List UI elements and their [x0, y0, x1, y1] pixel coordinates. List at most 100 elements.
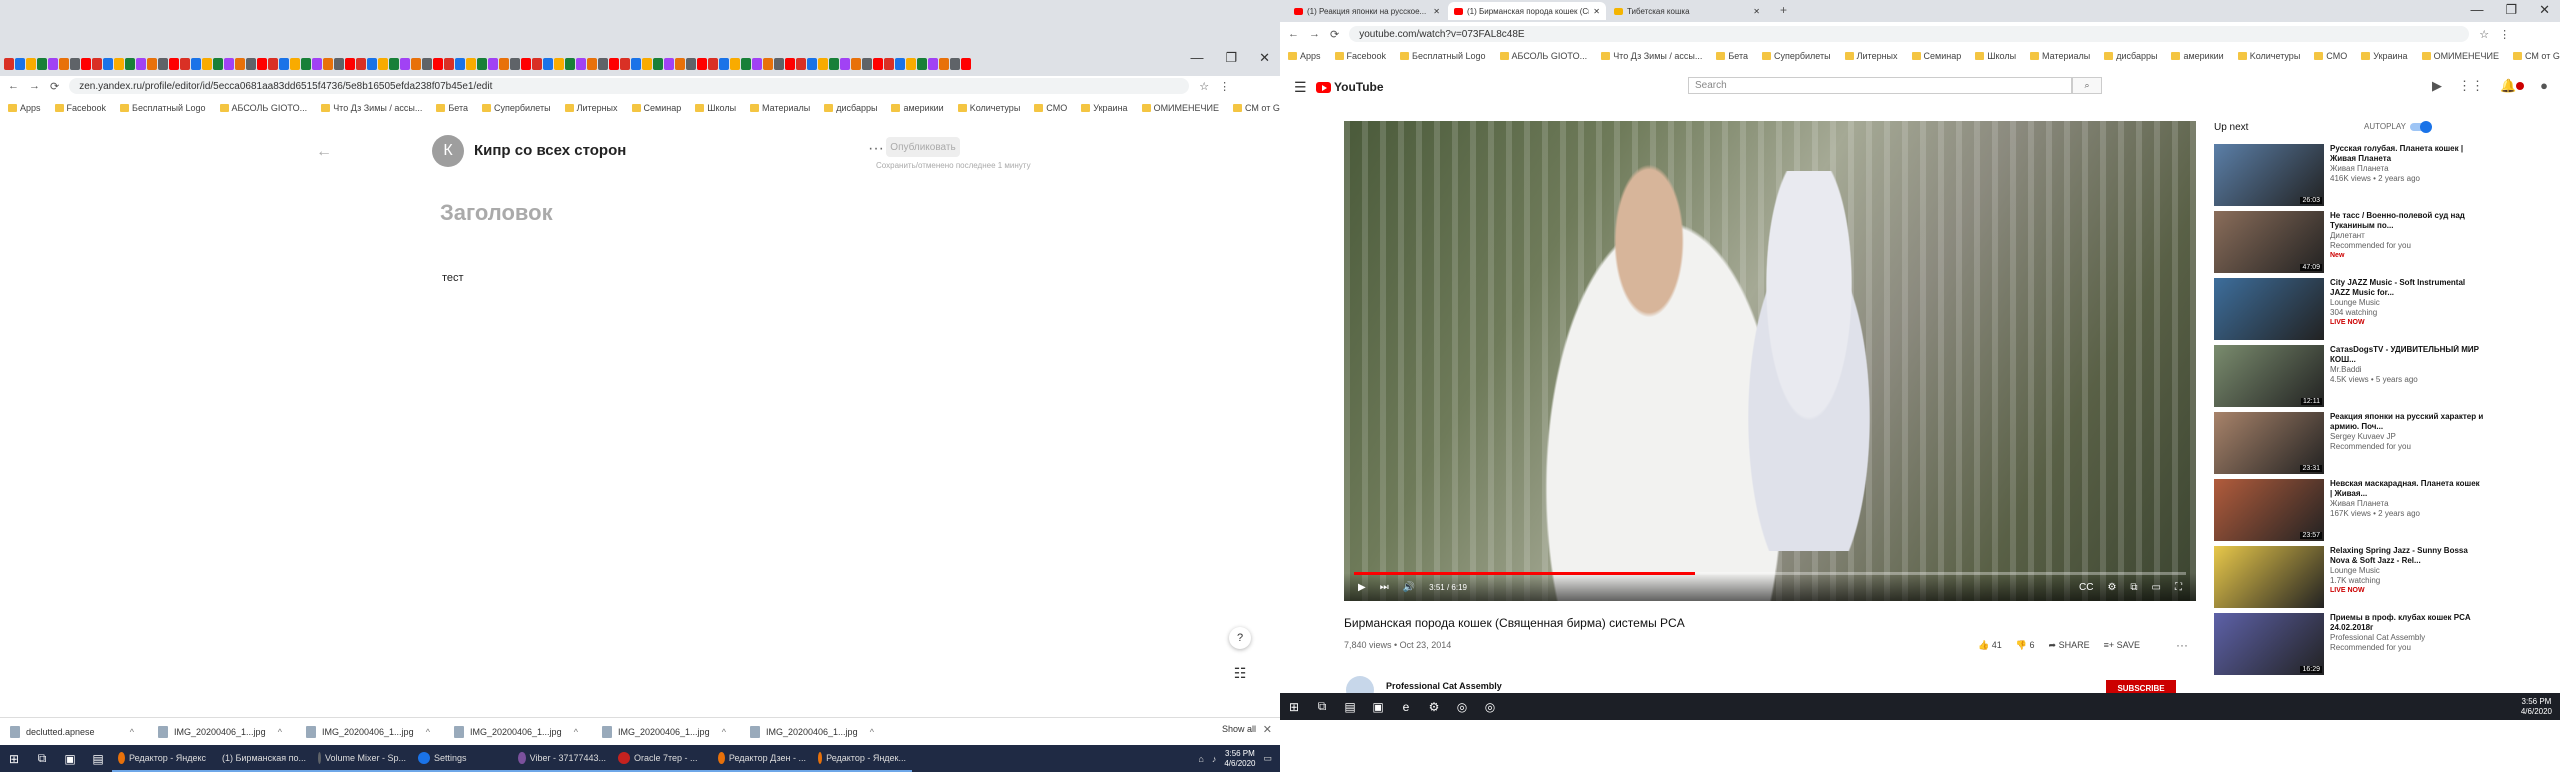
browser-tab[interactable] — [686, 58, 696, 70]
bookmark-item[interactable]: CMO — [1034, 103, 1067, 113]
browser-tab[interactable] — [917, 58, 927, 70]
tab-close-icon[interactable]: ✕ — [1753, 7, 1760, 16]
browser-tab[interactable] — [158, 58, 168, 70]
bookmark-item[interactable]: Материалы — [750, 103, 810, 113]
video-thumbnail[interactable]: 16:29 — [2214, 613, 2324, 675]
star-icon[interactable]: ☆ — [1199, 80, 1209, 93]
browser-tab[interactable] — [609, 58, 619, 70]
tab-close-icon[interactable]: ✕ — [1593, 7, 1600, 16]
browser-tab[interactable] — [499, 58, 509, 70]
browser-tab[interactable] — [543, 58, 553, 70]
browser-tab[interactable] — [323, 58, 333, 70]
bookmark-item[interactable]: Что Дз Зимы / ассы... — [1601, 51, 1702, 61]
browser-tab[interactable] — [785, 58, 795, 70]
show-all-button[interactable]: Show all — [1222, 724, 1256, 734]
menu-icon[interactable]: ⋮ — [2499, 28, 2510, 41]
channel-name[interactable]: Кипр со всех сторон — [474, 142, 626, 159]
browser-tab[interactable] — [653, 58, 663, 70]
browser-tab[interactable] — [642, 58, 652, 70]
close-icon[interactable]: ✕ — [2539, 2, 2550, 18]
browser-tab[interactable] — [675, 58, 685, 70]
video-thumbnail[interactable] — [2214, 278, 2324, 340]
chat-icon[interactable]: ☷ — [1229, 662, 1251, 684]
explorer-icon[interactable]: ▤ — [1336, 693, 1364, 720]
address-bar[interactable]: zen.yandex.ru/profile/editor/id/5ecca068… — [69, 78, 1190, 94]
browser-tab[interactable] — [169, 58, 179, 70]
browser-tab[interactable] — [598, 58, 608, 70]
bookmark-item[interactable]: Что Дз Зимы / ассы... — [321, 103, 422, 113]
tab-row[interactable] — [0, 52, 1280, 76]
calendar-icon[interactable]: ▣ — [1364, 693, 1392, 720]
minimize-icon[interactable]: — — [2470, 2, 2483, 18]
back-arrow-icon[interactable]: ← — [316, 143, 332, 161]
browser-tab[interactable] — [521, 58, 531, 70]
fullscreen-icon[interactable]: ⛶ — [2175, 582, 2182, 593]
browser-tab[interactable] — [367, 58, 377, 70]
browser-tab[interactable] — [851, 58, 861, 70]
forward-icon[interactable]: → — [29, 80, 40, 92]
browser-tab[interactable] — [708, 58, 718, 70]
browser-tab[interactable] — [15, 58, 25, 70]
recommendation-item[interactable]: 26:03 Русская голубая. Планета кошек | Жи… — [2214, 144, 2484, 210]
more-actions-icon[interactable]: ··· — [2176, 638, 2188, 652]
browser-tab[interactable] — [301, 58, 311, 70]
download-item[interactable]: declutted.apnese ^ — [0, 725, 148, 738]
clock[interactable]: 3:56 PM 4/6/2020 — [2521, 697, 2552, 717]
clock[interactable]: 3:56 PM 4/6/2020 — [1224, 749, 1255, 769]
chevron-up-icon[interactable]: ^ — [722, 727, 726, 737]
settings-icon[interactable]: ⚙ — [1420, 693, 1448, 720]
browser-tab[interactable] — [466, 58, 476, 70]
browser-tab[interactable] — [312, 58, 322, 70]
browser-tab[interactable] — [565, 58, 575, 70]
browser-tab[interactable] — [48, 58, 58, 70]
browser-tab[interactable] — [477, 58, 487, 70]
channel-avatar[interactable]: К — [432, 135, 464, 167]
browser-tab[interactable] — [400, 58, 410, 70]
bookmark-item[interactable]: Бета — [436, 103, 468, 113]
bookmark-item[interactable]: Школы — [695, 103, 736, 113]
bookmark-item[interactable]: Apps — [1288, 51, 1321, 61]
store-icon[interactable]: ▣ — [56, 745, 84, 772]
recommendation-item[interactable]: 47:09 Не тасс / Военно-полевой суд над Ту… — [2214, 211, 2484, 277]
browser-tab[interactable] — [730, 58, 740, 70]
bookmark-item[interactable]: Украина — [1081, 103, 1128, 113]
browser-tab[interactable] — [422, 58, 432, 70]
new-tab-icon[interactable]: + — [1780, 3, 1787, 17]
browser-tab[interactable] — [136, 58, 146, 70]
bookmark-item[interactable]: америкии — [891, 103, 944, 113]
browser-tab[interactable] — [235, 58, 245, 70]
miniplayer-icon[interactable]: ⧉ — [2130, 582, 2137, 593]
bookmark-item[interactable]: Бесплатный Logo — [1400, 51, 1486, 61]
browser-tab[interactable] — [928, 58, 938, 70]
browser-tab[interactable] — [950, 58, 960, 70]
browser-tab[interactable] — [290, 58, 300, 70]
browser-tab[interactable] — [532, 58, 542, 70]
reload-icon[interactable]: ⟳ — [1330, 28, 1339, 41]
browser-tab[interactable] — [147, 58, 157, 70]
maximize-icon[interactable]: ❐ — [2505, 2, 2517, 18]
browser-tab[interactable] — [741, 58, 751, 70]
browser-tab[interactable] — [345, 58, 355, 70]
browser-tab[interactable] — [796, 58, 806, 70]
address-bar[interactable]: youtube.com/watch?v=073FAL8c48E — [1349, 26, 2470, 42]
browser-tab[interactable] — [862, 58, 872, 70]
back-icon[interactable]: ← — [8, 80, 19, 92]
edge-icon[interactable]: e — [1392, 693, 1420, 720]
taskbar-app[interactable]: (1) Бирманская по... — [212, 745, 312, 772]
bookmark-item[interactable]: Супербилеты — [1761, 51, 1831, 61]
maximize-icon[interactable]: ❐ — [1225, 50, 1237, 66]
download-item[interactable]: IMG_20200406_1...jpg ^ — [592, 725, 740, 738]
browser-tab[interactable] — [510, 58, 520, 70]
browser-tab[interactable] — [389, 58, 399, 70]
search-input[interactable]: Search — [1688, 77, 2072, 94]
create-video-icon[interactable]: ▶ — [2432, 78, 2442, 94]
bookmark-item[interactable]: Семинар — [1911, 51, 1961, 61]
bookmark-item[interactable]: Материалы — [2030, 51, 2090, 61]
recommendation-item[interactable]: 23:57 Невская маскарадная. Планета кошек … — [2214, 479, 2484, 545]
browser-tab[interactable] — [939, 58, 949, 70]
chevron-up-icon[interactable]: ^ — [870, 727, 874, 737]
browser-tab[interactable] — [719, 58, 729, 70]
browser-tab[interactable] — [202, 58, 212, 70]
recommendation-item[interactable]: 12:11 СатаsDogsTV - УДИВИТЕЛЬНЫЙ МИР КОШ.… — [2214, 345, 2484, 411]
apps-icon[interactable]: ⋮⋮ — [2458, 78, 2484, 94]
